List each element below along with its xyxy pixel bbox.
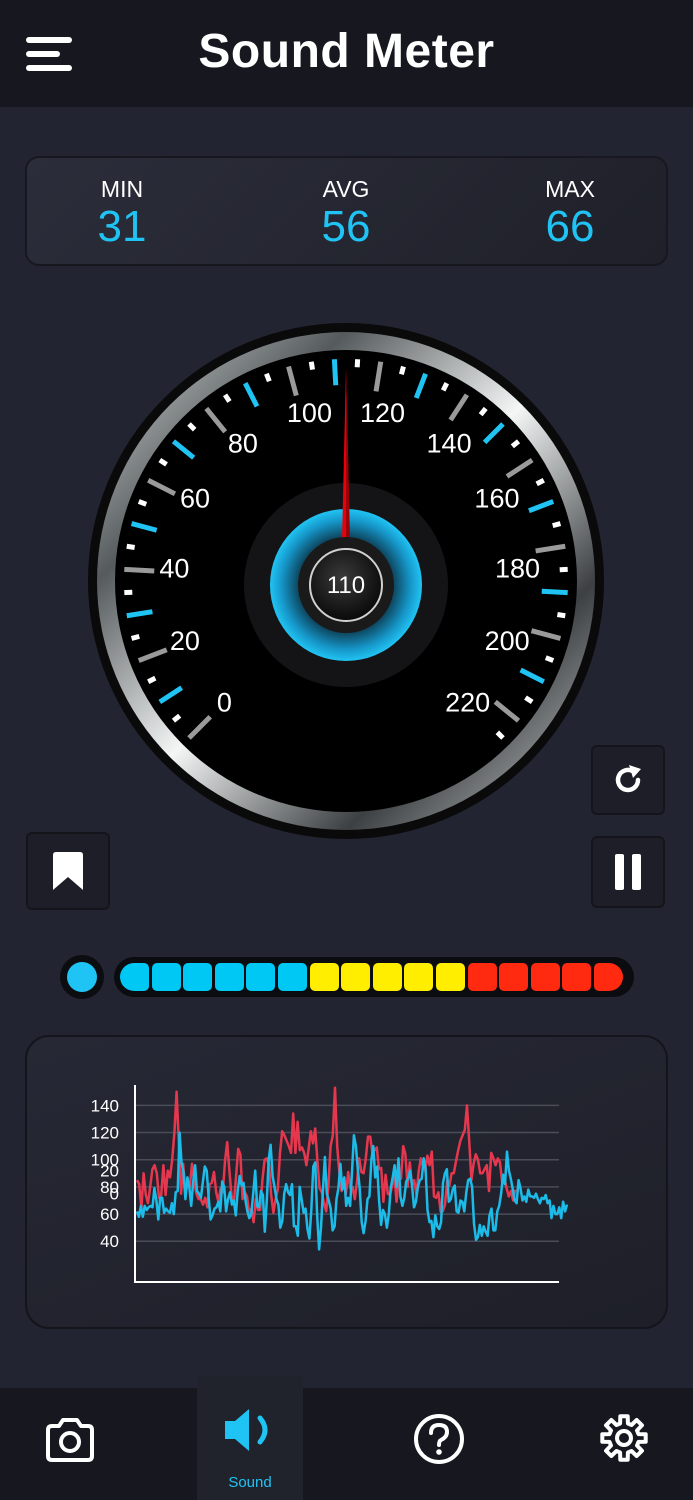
stat-label: AVG [322, 176, 370, 202]
refresh-icon [615, 765, 641, 793]
stats-card: MIN 31 AVG 56 MAX 66 [25, 156, 668, 266]
gauge-tick [331, 359, 339, 386]
bookmark-icon [53, 852, 83, 890]
gauge-reading: 110 [327, 572, 365, 599]
chart-series-line [135, 1131, 569, 1251]
level-segment [499, 963, 529, 991]
chart-tick-label: 60 [100, 1205, 119, 1224]
level-segment [530, 963, 560, 991]
stat-label: MIN [100, 176, 144, 202]
gauge-tick-label: 80 [228, 428, 258, 458]
gauge-tick-label: 160 [474, 484, 519, 514]
gauge-tick-label: 100 [287, 398, 332, 428]
gauge-tick [137, 499, 148, 507]
camera-icon [46, 1418, 94, 1462]
settings-icon [600, 1414, 648, 1462]
level-segment [151, 963, 181, 991]
bottom-nav: Sound [0, 1376, 693, 1500]
gauge-tick [398, 365, 406, 375]
level-segment [436, 963, 465, 991]
stat-value: 56 [321, 202, 371, 251]
chart-series-line [135, 1086, 517, 1224]
gauge-tick-label: 0 [217, 688, 232, 718]
level-segment [309, 963, 339, 991]
pause-button[interactable] [591, 836, 665, 908]
nav-camera[interactable] [17, 1388, 123, 1500]
level-segment [341, 963, 371, 991]
pause-icon [615, 854, 641, 890]
chart-tick-label: 140 [91, 1096, 119, 1115]
stat-label: MAX [545, 176, 595, 202]
gauge-tick-label: 180 [495, 554, 540, 584]
app-title: Sound Meter [198, 25, 495, 78]
level-segment [278, 963, 307, 991]
stat-min: MIN 31 [42, 176, 202, 251]
gauge-tick-label: 40 [159, 554, 189, 584]
level-segment [467, 963, 497, 991]
gauge-tick-label: 120 [360, 398, 405, 428]
level-segment [372, 963, 402, 991]
gauge-tick [147, 675, 157, 685]
help-icon [414, 1414, 464, 1464]
level-segment [183, 963, 213, 991]
bookmark-button[interactable] [26, 832, 110, 910]
nav-sound-label: Sound [228, 1474, 272, 1491]
gauge-tick [556, 612, 566, 619]
stat-max: MAX 66 [490, 176, 650, 251]
nav-settings[interactable] [570, 1388, 676, 1500]
top-bar: Sound Meter [0, 0, 693, 107]
gauge-tick [535, 477, 545, 487]
gauge-tick [264, 372, 272, 383]
history-chart-card: 140 120 100 20 80 0 60 40 [25, 1035, 668, 1329]
gauge-tick [308, 361, 315, 371]
gauge-tick [552, 521, 562, 529]
level-indicator [60, 955, 104, 999]
reset-button[interactable] [591, 745, 665, 815]
decibel-gauge: 0 20 40 60 80 100 120 140160 180 200 220 110 [88, 323, 604, 839]
level-segments [120, 963, 630, 991]
nav-sound[interactable]: Sound [197, 1376, 303, 1500]
level-segment [404, 963, 434, 991]
gauge-tick-label: 200 [485, 626, 530, 656]
chart-tick-label: 0 [110, 1185, 119, 1204]
level-meter [114, 957, 634, 997]
gauge-tick [130, 633, 140, 641]
gauge-tick [126, 543, 136, 550]
stat-value: 31 [97, 202, 147, 251]
level-segment [562, 963, 592, 991]
level-segment [120, 963, 149, 991]
gauge-tick [440, 382, 450, 392]
chart-tick-label: 40 [100, 1232, 119, 1251]
gauge-tick [544, 655, 555, 663]
level-segment [214, 963, 244, 991]
decibel-history-chart: 140120100208006040 [91, 1085, 569, 1283]
gauge-tick-label: 220 [445, 688, 490, 718]
gauge-tick-label: 20 [170, 626, 200, 656]
speaker-icon [225, 1409, 268, 1451]
gauge-tick [124, 566, 155, 574]
nav-help[interactable] [386, 1388, 492, 1500]
level-dot [67, 962, 97, 992]
gauge-tick-label: 60 [180, 484, 210, 514]
gauge-tick [541, 588, 568, 596]
level-segment [246, 963, 276, 991]
stat-value: 66 [545, 202, 595, 251]
gauge-tick-label: 140 [427, 428, 472, 458]
stat-avg: AVG 56 [266, 176, 426, 251]
level-segment [594, 963, 623, 991]
chart-tick-label: 120 [91, 1124, 119, 1143]
